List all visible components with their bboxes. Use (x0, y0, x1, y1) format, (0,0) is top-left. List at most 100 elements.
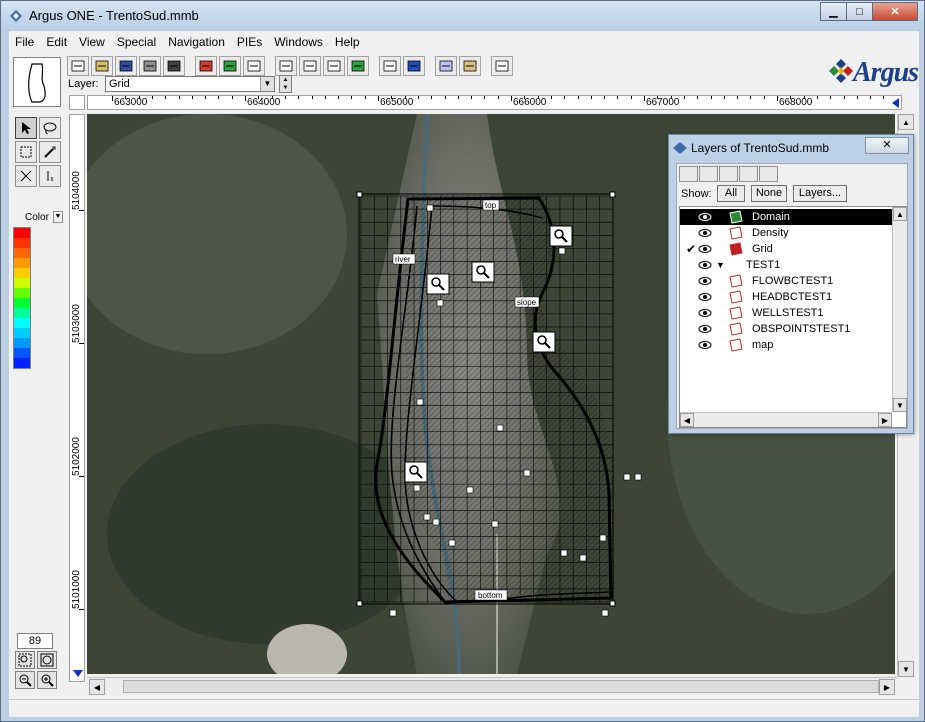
zoom-out-button[interactable] (15, 671, 35, 689)
layer-row-wellstest1[interactable]: WELLSTEST1 (680, 305, 892, 321)
delete-button[interactable] (323, 56, 345, 76)
layer-list-vscroll[interactable]: ▲ ▼ (892, 207, 907, 412)
settings-button[interactable] (435, 56, 457, 76)
menu-view[interactable]: View (73, 35, 111, 49)
obs-point[interactable] (436, 299, 444, 307)
show-all-button[interactable]: All (717, 185, 745, 202)
minimize-button[interactable]: ▁ (820, 2, 847, 21)
zoom-extents-button[interactable] (275, 56, 297, 76)
eye-icon[interactable] (698, 308, 712, 318)
layer-row-density[interactable]: Density (680, 225, 892, 241)
obs-point[interactable] (523, 469, 531, 477)
chevron-down-icon[interactable]: ▼ (53, 211, 63, 223)
tab-info-layers[interactable] (679, 166, 698, 182)
horizontal-ruler[interactable]: 663000 664000 665000 666000 667000 668000 (87, 95, 902, 110)
layers-dialog-button[interactable]: Layers... (793, 185, 847, 202)
obs-point[interactable] (560, 549, 568, 557)
layer-row-grid[interactable]: ✔ Grid (680, 241, 892, 257)
expand-triangle-icon[interactable]: ▼ (716, 260, 725, 270)
layer-row-flowbctest1[interactable]: FLOWBCTEST1 (680, 273, 892, 289)
tab-map-layers[interactable] (759, 166, 778, 182)
obs-point[interactable] (389, 609, 397, 617)
obs-point[interactable] (491, 520, 499, 528)
layer-row-test1[interactable]: ▼ TEST1 (680, 257, 892, 273)
print-button[interactable] (139, 56, 161, 76)
menu-special[interactable]: Special (111, 35, 162, 49)
expand-button[interactable] (491, 56, 513, 76)
matrix-button[interactable] (299, 56, 321, 76)
scroll-down-icon[interactable]: ▼ (893, 398, 907, 412)
obs-point[interactable] (423, 513, 431, 521)
layer-spinner[interactable]: ▲ ▼ (279, 75, 292, 93)
menu-windows[interactable]: Windows (268, 35, 329, 49)
well-marker[interactable] (471, 261, 495, 283)
tab-grid-layers[interactable] (739, 166, 758, 182)
table-button[interactable] (379, 56, 401, 76)
obs-point[interactable] (623, 473, 631, 481)
domain-preview[interactable] (13, 57, 61, 107)
layer-row-domain[interactable]: Domain (680, 209, 892, 225)
well-marker[interactable] (532, 331, 556, 353)
selection-handle[interactable] (356, 191, 363, 198)
obs-point[interactable] (601, 609, 609, 617)
layers-close-button[interactable]: ✕ (865, 137, 909, 154)
close-button[interactable]: ✕ (872, 2, 918, 21)
obs-point[interactable] (448, 539, 456, 547)
layers-window[interactable]: Layers of TrentoSud.mmb ✕ Show: All None… (668, 134, 914, 434)
layer-list-hscroll[interactable]: ◀ ▶ (680, 412, 892, 427)
scroll-up-icon[interactable]: ▲ (893, 207, 907, 221)
layer-row-headbctest1[interactable]: HEADBCTEST1 (680, 289, 892, 305)
pointer-tool[interactable] (15, 117, 37, 139)
scroll-right-icon[interactable]: ▶ (878, 413, 892, 427)
layer-select[interactable]: Grid ▼ (105, 76, 275, 92)
color-legend-header[interactable]: Color ▼ (13, 211, 63, 225)
line-tool[interactable] (39, 165, 61, 187)
new-button[interactable] (67, 56, 89, 76)
eye-icon[interactable] (698, 276, 712, 286)
obs-point[interactable] (416, 398, 424, 406)
scroll-down-icon[interactable]: ▼ (898, 661, 914, 677)
maximize-button[interactable]: □ (846, 2, 873, 21)
menu-navigation[interactable]: Navigation (162, 35, 231, 49)
scroll-up-icon[interactable]: ▲ (898, 114, 914, 130)
eye-icon[interactable] (698, 340, 712, 350)
eye-icon[interactable] (698, 292, 712, 302)
open-button[interactable] (91, 56, 113, 76)
title-bar[interactable]: Argus ONE - TrentoSud.mmb ▁ □ ✕ (1, 1, 924, 31)
menu-pies[interactable]: PIEs (231, 35, 268, 49)
eye-icon[interactable] (698, 244, 712, 254)
tab-domain-layers[interactable] (699, 166, 718, 182)
zoom-input[interactable]: 89 (17, 633, 53, 649)
vertical-ruler[interactable]: 5104000 5103000 5102000 5101000 (69, 114, 85, 682)
grid-button[interactable] (243, 56, 265, 76)
lasso-tool[interactable] (39, 117, 61, 139)
cross-tool[interactable] (15, 165, 37, 187)
well-marker[interactable] (404, 461, 428, 483)
export-button[interactable] (347, 56, 369, 76)
selection-handle[interactable] (609, 191, 616, 198)
layer-row-obspointstest1[interactable]: OBSPOINTSTEST1 (680, 321, 892, 337)
menu-file[interactable]: File (9, 35, 40, 49)
eye-icon[interactable] (698, 324, 712, 334)
color-button[interactable] (195, 56, 217, 76)
obs-point[interactable] (413, 484, 421, 492)
zoom-in-button[interactable] (37, 671, 57, 689)
selection-handle[interactable] (356, 600, 363, 607)
zoom-fit-button[interactable] (37, 651, 57, 669)
menu-edit[interactable]: Edit (40, 35, 73, 49)
map-horizontal-scrollbar[interactable]: ◀ ▶ (87, 677, 897, 695)
eye-icon[interactable] (698, 228, 712, 238)
import-button[interactable] (459, 56, 481, 76)
rect-select-tool[interactable] (15, 141, 37, 163)
run-button[interactable] (403, 56, 425, 76)
obs-point[interactable] (432, 518, 440, 526)
save-button[interactable] (115, 56, 137, 76)
obs-point[interactable] (599, 534, 607, 542)
selection-handle[interactable] (609, 600, 616, 607)
tab-mesh-layers[interactable] (719, 166, 738, 182)
menu-help[interactable]: Help (329, 35, 366, 49)
scroll-left-icon[interactable]: ◀ (680, 413, 694, 427)
eye-icon[interactable] (698, 260, 712, 270)
obs-point[interactable] (426, 204, 434, 212)
obs-point[interactable] (496, 424, 504, 432)
